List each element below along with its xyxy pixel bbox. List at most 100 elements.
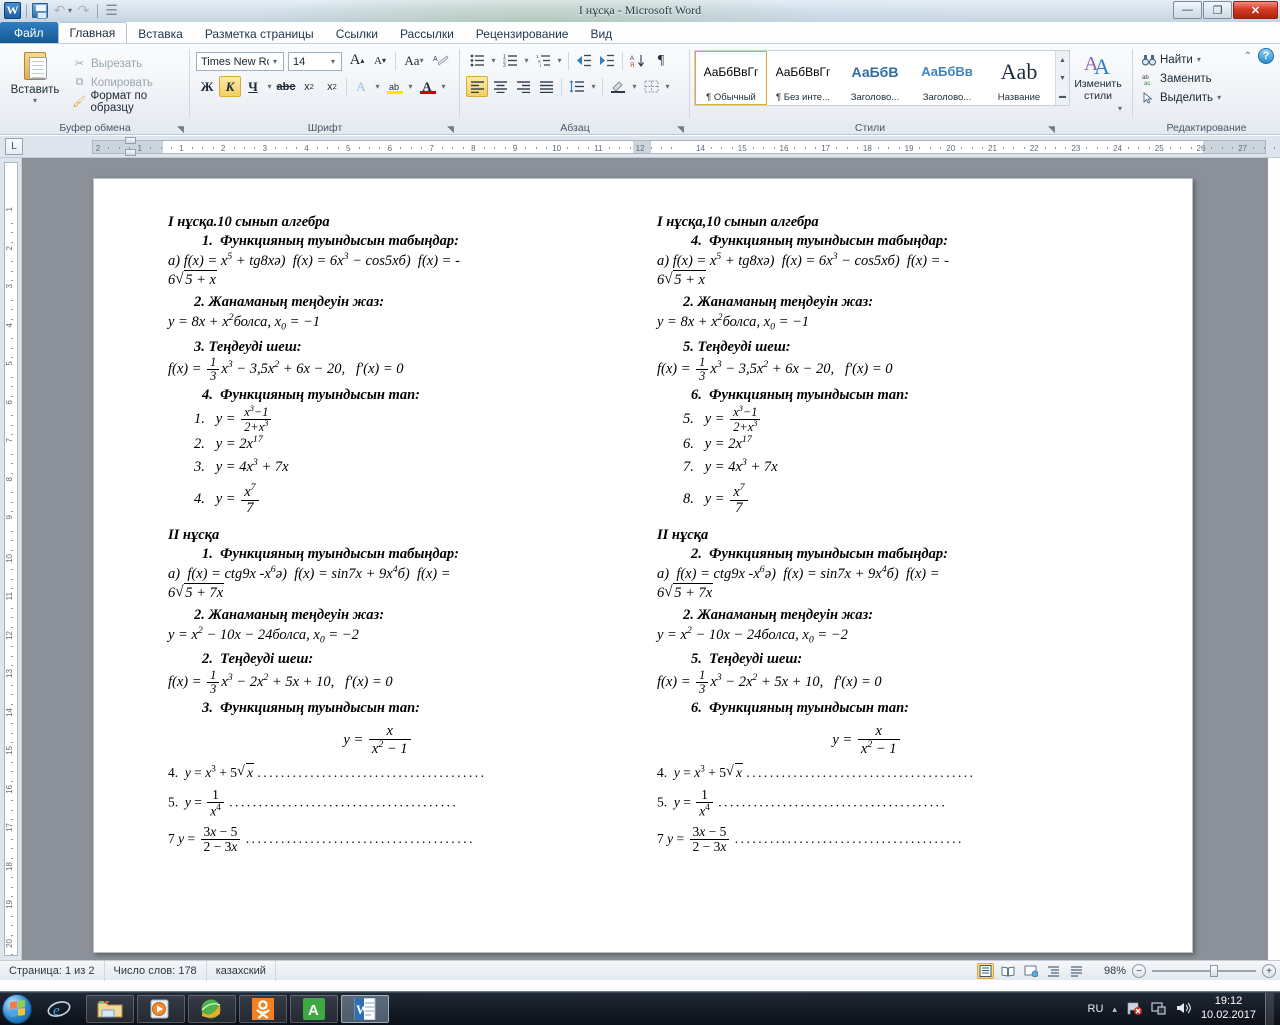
collapse-ribbon-icon[interactable]: ⌃ xyxy=(1244,51,1252,62)
borders-dropdown-icon[interactable]: ▾ xyxy=(663,82,672,91)
action-center-icon[interactable] xyxy=(1151,1001,1167,1018)
bold-button[interactable]: Ж xyxy=(196,76,218,97)
left-indent-marker[interactable] xyxy=(125,149,136,156)
tab-insert[interactable]: Вставка xyxy=(127,23,194,44)
tab-references[interactable]: Ссылки xyxy=(325,23,389,44)
vertical-ruler-strip[interactable]: 1234567891011121314151617181920 xyxy=(4,162,18,956)
font-name-combo[interactable]: Times New Rc ▾ xyxy=(196,52,284,71)
ruler-strip[interactable]: 2112345678910111214151617181920212223242… xyxy=(92,140,1266,154)
network-icon[interactable] xyxy=(1126,1001,1142,1018)
maximize-button[interactable]: ❐ xyxy=(1203,1,1232,19)
paste-button[interactable]: Вставить ▾ xyxy=(8,48,62,105)
bullets-icon[interactable] xyxy=(466,50,488,71)
horizontal-ruler[interactable]: L 21123456789101112141516171819202122232… xyxy=(0,136,1280,158)
show-formatting-marks-icon[interactable]: ¶ xyxy=(650,50,672,71)
line-spacing-dropdown-icon[interactable]: ▾ xyxy=(589,82,598,91)
increase-indent-icon[interactable] xyxy=(596,50,618,71)
language-status[interactable]: казахский xyxy=(207,961,276,981)
redo-icon[interactable]: ↷ xyxy=(75,3,92,19)
zoom-out-button[interactable]: − xyxy=(1132,964,1146,978)
zoom-slider[interactable] xyxy=(1152,964,1256,978)
style-heading-1[interactable]: АаБбВ Заголово... xyxy=(839,51,911,105)
page-number-status[interactable]: Страница: 1 из 2 xyxy=(0,961,105,981)
customize-qat-icon[interactable]: ☰ xyxy=(103,3,120,19)
replace-button[interactable]: abac Заменить xyxy=(1141,69,1221,88)
vertical-ruler[interactable]: 1234567891011121314151617181920 xyxy=(0,158,22,960)
cut-button[interactable]: ✂ Вырезать xyxy=(72,54,190,73)
volume-icon[interactable] xyxy=(1176,1001,1192,1018)
paragraph-dialog-launcher[interactable]: ◥ xyxy=(677,124,687,134)
numbering-dropdown-icon[interactable]: ▾ xyxy=(522,56,531,65)
clock[interactable]: 19:12 10.02.2017 xyxy=(1201,995,1256,1023)
bullets-dropdown-icon[interactable]: ▾ xyxy=(489,56,498,65)
shading-icon[interactable] xyxy=(607,76,629,97)
font-color-dropdown-icon[interactable]: ▾ xyxy=(439,82,448,91)
first-line-indent-marker[interactable] xyxy=(125,137,136,144)
highlight-color-icon[interactable]: ab xyxy=(383,76,405,97)
undo-icon[interactable]: ↶ xyxy=(51,3,68,19)
styles-dialog-launcher[interactable]: ◥ xyxy=(1048,124,1058,134)
zoom-slider-handle[interactable] xyxy=(1210,965,1218,977)
select-dropdown-icon[interactable]: ▾ xyxy=(1217,93,1221,102)
text-effects-dropdown-icon[interactable]: ▾ xyxy=(373,82,382,91)
tab-view[interactable]: Вид xyxy=(579,23,623,44)
change-styles-button[interactable]: AA Изменить стили xyxy=(1068,50,1128,102)
justify-icon[interactable] xyxy=(535,76,557,97)
tab-home[interactable]: Главная xyxy=(58,22,128,44)
show-desktop-button[interactable] xyxy=(1265,993,1274,1025)
find-dropdown-icon[interactable]: ▾ xyxy=(1197,55,1201,64)
left-column[interactable]: I нұсқа.10 сынып алгебра 1. Функцияның т… xyxy=(168,213,588,854)
underline-button[interactable]: Ч xyxy=(242,76,264,97)
taskbar-abbyy-app[interactable]: A xyxy=(290,995,338,1023)
close-button[interactable]: ✕ xyxy=(1233,1,1278,19)
taskbar-windows-explorer[interactable] xyxy=(86,995,134,1023)
draft-view-icon[interactable] xyxy=(1069,963,1086,979)
document-page[interactable]: I нұсқа.10 сынып алгебра 1. Функцияның т… xyxy=(93,178,1193,953)
taskbar-media-player[interactable] xyxy=(137,995,185,1023)
undo-dropdown-icon[interactable]: ▾ xyxy=(68,6,72,15)
tab-page-layout[interactable]: Разметка страницы xyxy=(194,23,325,44)
font-size-combo[interactable]: 14 ▾ xyxy=(288,52,342,71)
font-dialog-launcher[interactable]: ◥ xyxy=(447,124,457,134)
language-indicator[interactable]: RU xyxy=(1088,1003,1104,1015)
tab-review[interactable]: Рецензирование xyxy=(465,23,580,44)
taskbar-microsoft-word[interactable]: W xyxy=(341,995,389,1023)
word-count-status[interactable]: Число слов: 178 xyxy=(105,961,207,981)
font-color-icon[interactable]: A xyxy=(416,76,438,97)
change-styles-dropdown-icon[interactable]: ▾ xyxy=(1118,104,1122,113)
shrink-font-icon[interactable]: A▾ xyxy=(369,50,391,71)
shading-dropdown-icon[interactable]: ▾ xyxy=(630,82,639,91)
style-title[interactable]: Aab Название xyxy=(983,51,1055,105)
clear-formatting-icon[interactable]: A xyxy=(429,50,453,71)
italic-button[interactable]: К xyxy=(219,76,241,97)
clipboard-dialog-launcher[interactable]: ◥ xyxy=(177,124,187,134)
help-icon[interactable]: ? xyxy=(1258,48,1274,64)
web-layout-icon[interactable] xyxy=(1023,963,1040,979)
subscript-button[interactable]: x2 xyxy=(298,76,320,97)
line-spacing-icon[interactable] xyxy=(566,76,588,97)
tab-stop-selector[interactable]: L xyxy=(5,138,23,155)
underline-dropdown-icon[interactable]: ▾ xyxy=(265,82,274,91)
taskbar-internet-explorer[interactable]: e xyxy=(35,995,83,1023)
decrease-indent-icon[interactable] xyxy=(573,50,595,71)
align-center-icon[interactable] xyxy=(489,76,511,97)
style-no-spacing[interactable]: АаБбВвГг ¶ Без инте... xyxy=(767,51,839,105)
find-button[interactable]: Найти ▾ xyxy=(1141,50,1221,69)
minimize-button[interactable]: — xyxy=(1173,1,1202,19)
right-column[interactable]: I нұсқа,10 сынып алгебра 4. Функцияның т… xyxy=(657,213,1077,854)
style-heading-2[interactable]: АаБбВв Заголово... xyxy=(911,51,983,105)
superscript-button[interactable]: x2 xyxy=(321,76,343,97)
select-button[interactable]: Выделить ▾ xyxy=(1141,88,1221,107)
change-case-icon[interactable]: Aa▾ xyxy=(400,50,428,71)
align-right-icon[interactable] xyxy=(512,76,534,97)
multilevel-list-icon[interactable]: 1ai xyxy=(532,50,554,71)
format-painter-button[interactable]: 🖌 Формат по образцу xyxy=(72,92,190,111)
paste-dropdown-icon[interactable]: ▾ xyxy=(33,96,37,105)
taskbar-odnoklassniki[interactable] xyxy=(239,995,287,1023)
document-canvas[interactable]: I нұсқа.10 сынып алгебра 1. Функцияның т… xyxy=(22,158,1268,960)
save-icon[interactable] xyxy=(32,3,48,18)
taskbar-browser-app[interactable] xyxy=(188,995,236,1023)
grow-font-icon[interactable]: A▴ xyxy=(346,50,368,71)
zoom-in-button[interactable]: + xyxy=(1262,964,1276,978)
strikethrough-button[interactable]: abc xyxy=(275,76,297,97)
